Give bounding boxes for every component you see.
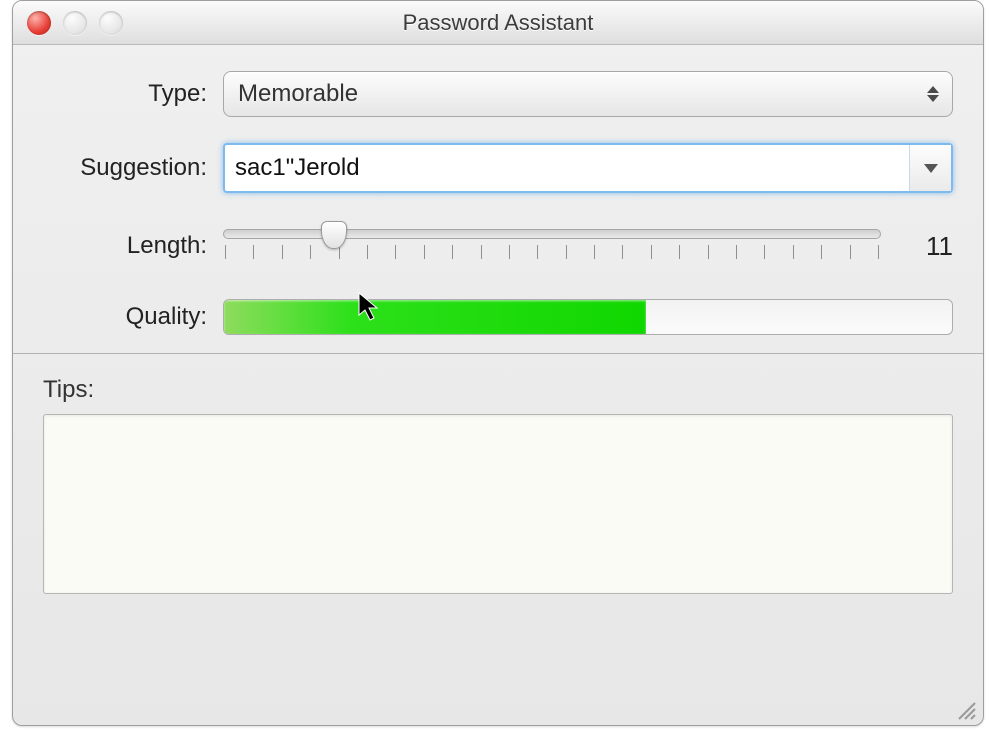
slider-ticks	[223, 245, 881, 263]
traffic-lights	[13, 11, 123, 35]
titlebar: Password Assistant	[13, 1, 983, 45]
suggestion-row: Suggestion:	[43, 143, 953, 193]
suggestion-input[interactable]	[225, 145, 909, 191]
type-label: Type:	[43, 80, 223, 108]
length-row: Length: 11	[43, 219, 953, 273]
length-value: 11	[907, 231, 953, 262]
length-slider[interactable]	[223, 219, 881, 273]
close-button[interactable]	[27, 11, 51, 35]
resize-grip-icon[interactable]	[955, 699, 977, 721]
content-area: Type: Memorable Suggestion:	[13, 45, 983, 354]
type-popup[interactable]: Memorable	[223, 71, 953, 117]
minimize-button[interactable]	[63, 11, 87, 35]
type-row: Type: Memorable	[43, 71, 953, 117]
tips-section: Tips:	[13, 354, 983, 614]
quality-fill	[224, 300, 646, 334]
window-title: Password Assistant	[403, 10, 594, 36]
length-label: Length:	[43, 232, 223, 260]
updown-arrows-icon	[924, 80, 942, 108]
quality-row: Quality:	[43, 299, 953, 335]
type-selected-value: Memorable	[238, 80, 358, 108]
suggestion-label: Suggestion:	[43, 154, 223, 182]
tips-label: Tips:	[43, 376, 953, 404]
quality-label: Quality:	[43, 303, 223, 331]
zoom-button[interactable]	[99, 11, 123, 35]
chevron-down-icon	[924, 164, 938, 173]
quality-meter	[223, 299, 953, 335]
suggestion-combobox	[223, 143, 953, 193]
suggestion-dropdown-button[interactable]	[909, 145, 951, 191]
password-assistant-window: Password Assistant Type: Memorable Sugge…	[12, 0, 984, 726]
tips-textbox[interactable]	[43, 414, 953, 594]
